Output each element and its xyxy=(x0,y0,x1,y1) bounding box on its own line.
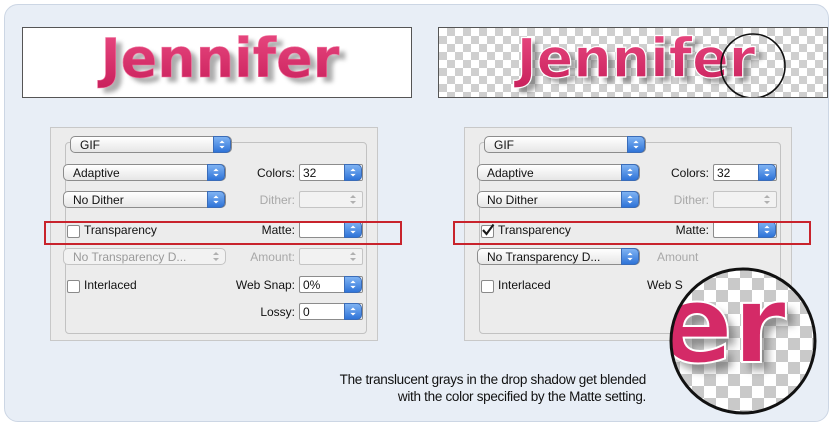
palette-value: Adaptive xyxy=(487,166,534,180)
dither-amount-combo xyxy=(299,191,363,208)
websnap-value: 0% xyxy=(303,278,321,292)
select-arrows-icon xyxy=(207,248,225,265)
interlaced-label: Interlaced xyxy=(498,278,551,292)
magnified-edge-lens: er er xyxy=(668,266,817,415)
amount-label: Amount: xyxy=(250,250,295,264)
colors-combo[interactable]: 32 xyxy=(299,164,363,181)
select-arrows-icon xyxy=(207,164,225,181)
caption: The translucent grays in the drop shadow… xyxy=(264,371,647,405)
format-value: GIF xyxy=(80,138,100,152)
select-arrows-icon xyxy=(621,191,639,208)
preview-left-title: Jennifer xyxy=(97,28,340,90)
colors-label: Colors: xyxy=(670,166,709,180)
lens-zoom-text: er xyxy=(668,266,786,388)
dither-label: Dither: xyxy=(673,193,709,207)
dither-select[interactable]: No Dither xyxy=(477,191,640,208)
matte-row-highlight-right xyxy=(453,221,811,245)
palette-value: Adaptive xyxy=(73,166,120,180)
select-arrows-icon xyxy=(344,248,362,265)
dither-mode-value: No Dither xyxy=(73,193,124,207)
dither-mode-value: No Dither xyxy=(487,193,538,207)
colors-value: 32 xyxy=(717,166,731,180)
preview-right-title: Jennifer xyxy=(513,28,756,90)
websnap-combo[interactable]: 0% xyxy=(299,276,363,293)
palette-select[interactable]: Adaptive xyxy=(477,164,640,181)
preview-matte-white: Jennifer Jennifer xyxy=(22,27,412,98)
colors-value: 32 xyxy=(303,166,317,180)
transparency-dither-value: No Transparency D... xyxy=(73,250,187,264)
select-arrows-icon xyxy=(627,136,645,153)
format-value: GIF xyxy=(494,138,514,152)
matte-row-highlight-left xyxy=(44,221,402,245)
lossy-value: 0 xyxy=(303,305,310,319)
format-select[interactable]: GIF xyxy=(484,136,646,153)
select-arrows-icon xyxy=(621,248,639,265)
lossy-combo[interactable]: 0 xyxy=(299,303,363,320)
select-arrows-icon xyxy=(621,164,639,181)
select-arrows-icon xyxy=(344,276,362,293)
caption-line-1: The translucent grays in the drop shadow… xyxy=(339,372,647,387)
websnap-label: Web Snap: xyxy=(235,278,295,292)
select-arrows-icon xyxy=(213,136,231,153)
colors-label: Colors: xyxy=(256,166,295,180)
amount-label: Amount xyxy=(657,250,699,264)
interlaced-checkbox[interactable] xyxy=(67,280,80,293)
caption-line-2: with the color specified by the Matte se… xyxy=(397,389,646,404)
select-arrows-icon xyxy=(758,164,776,181)
select-arrows-icon xyxy=(344,164,362,181)
interlaced-label: Interlaced xyxy=(84,278,137,292)
interlaced-checkbox[interactable] xyxy=(481,280,494,293)
palette-select[interactable]: Adaptive xyxy=(63,164,226,181)
transparency-dither-value: No Transparency D... xyxy=(487,250,601,264)
select-arrows-icon xyxy=(758,191,776,208)
dither-amount-combo xyxy=(713,191,777,208)
transparency-dither-select: No Transparency D... xyxy=(63,248,226,265)
select-arrows-icon xyxy=(207,191,225,208)
select-arrows-icon xyxy=(344,191,362,208)
preview-transparent: Jennifer Jennifer xyxy=(438,27,828,98)
amount-combo xyxy=(299,248,363,265)
dither-label: Dither: xyxy=(259,193,295,207)
preview-left-art: Jennifer Jennifer xyxy=(96,28,346,95)
dither-select[interactable]: No Dither xyxy=(63,191,226,208)
transparency-dither-select[interactable]: No Transparency D... xyxy=(477,248,640,265)
select-arrows-icon xyxy=(344,303,362,320)
lossy-label: Lossy: xyxy=(260,305,295,319)
preview-right-art: Jennifer Jennifer xyxy=(512,28,786,97)
format-select[interactable]: GIF xyxy=(70,136,232,153)
colors-combo[interactable]: 32 xyxy=(713,164,777,181)
